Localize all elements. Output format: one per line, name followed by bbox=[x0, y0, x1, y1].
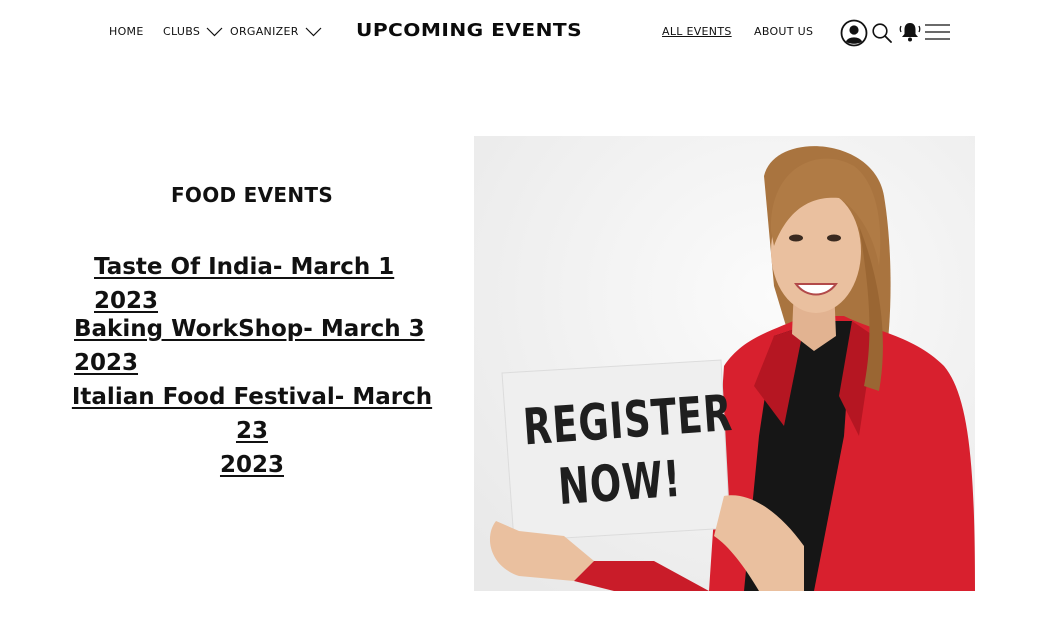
bell-icon[interactable] bbox=[898, 20, 922, 44]
chevron-down-icon bbox=[206, 27, 223, 36]
site-title: UPCOMING EVENTS bbox=[356, 20, 583, 41]
woman-holding-sign-illustration bbox=[474, 136, 975, 591]
menu-icon[interactable] bbox=[925, 22, 950, 42]
nav-about-us-link[interactable]: ABOUT US bbox=[754, 25, 813, 38]
nav-home-link[interactable]: HOME bbox=[109, 25, 144, 38]
register-now-sign-text: REGISTER NOW! bbox=[501, 382, 734, 521]
chevron-down-icon bbox=[305, 27, 322, 36]
event-link-italian-food-festival-group: Italian Food Festival- March 23 2023 bbox=[62, 380, 442, 482]
event-link-taste-of-india[interactable]: Taste Of India- March 1 2023 bbox=[94, 250, 456, 318]
nav-organizer-dropdown[interactable]: ORGANIZER bbox=[230, 25, 322, 38]
nav-organizer-label: ORGANIZER bbox=[230, 25, 299, 38]
section-heading: FOOD EVENTS bbox=[170, 183, 334, 207]
event-link-italian-food-festival-year[interactable]: 2023 bbox=[62, 448, 442, 482]
event-link-baking-workshop[interactable]: Baking WorkShop- March 3 2023 bbox=[74, 312, 476, 380]
sign-line-2: NOW! bbox=[556, 449, 684, 517]
top-navigation: HOME CLUBS ORGANIZER UPCOMING EVENTS ALL… bbox=[0, 0, 1045, 66]
nav-all-events-label: ALL EVENTS bbox=[662, 25, 732, 38]
hero-image bbox=[474, 136, 975, 591]
nav-clubs-label: CLUBS bbox=[163, 25, 201, 38]
event-link-italian-food-festival[interactable]: Italian Food Festival- March 23 bbox=[62, 380, 442, 448]
user-icon[interactable] bbox=[840, 19, 868, 47]
nav-home-label: HOME bbox=[109, 25, 144, 38]
nav-all-events-link[interactable]: ALL EVENTS bbox=[662, 25, 732, 38]
search-icon[interactable] bbox=[871, 22, 893, 44]
nav-clubs-dropdown[interactable]: CLUBS bbox=[163, 25, 223, 38]
nav-about-us-label: ABOUT US bbox=[754, 25, 814, 38]
